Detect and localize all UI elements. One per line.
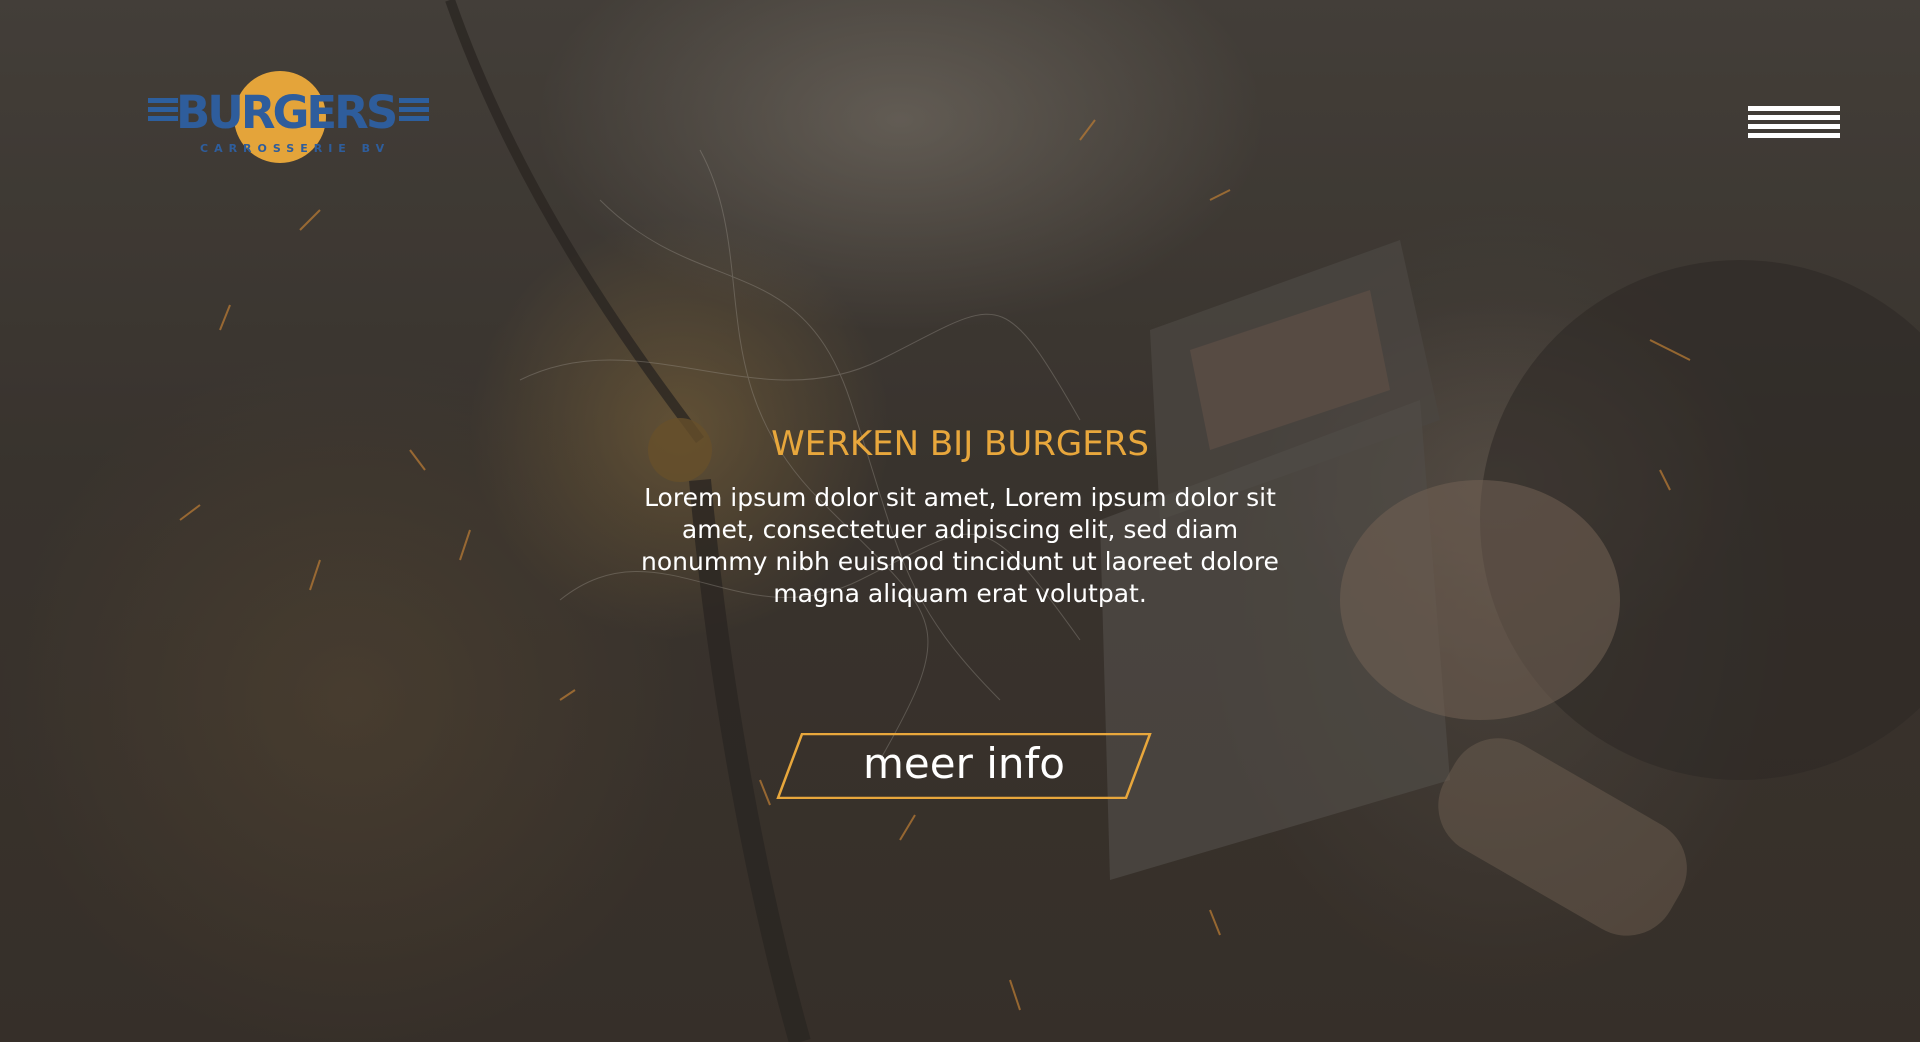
burgers-logo[interactable]: BURGERS CARROSSERIE BV bbox=[144, 68, 429, 170]
meer-info-button[interactable]: meer info bbox=[776, 733, 1152, 799]
menu-line bbox=[1748, 115, 1840, 120]
hero-title: WERKEN BIJ BURGERS bbox=[771, 424, 1149, 464]
logo-wordmark: BURGERS bbox=[176, 86, 398, 139]
logo-wing-left-icon bbox=[148, 98, 178, 128]
menu-line bbox=[1748, 124, 1840, 129]
menu-line bbox=[1748, 133, 1840, 138]
page: BURGERS CARROSSERIE BV WERKEN BIJ BURGER… bbox=[0, 0, 1920, 1042]
hamburger-menu-icon[interactable] bbox=[1748, 106, 1840, 140]
logo-subtitle: CARROSSERIE BV bbox=[200, 142, 391, 155]
logo-wing-right-icon bbox=[399, 98, 429, 128]
cta-label: meer info bbox=[863, 739, 1065, 788]
menu-line bbox=[1748, 106, 1840, 111]
hero-text: Lorem ipsum dolor sit amet, Lorem ipsum … bbox=[641, 483, 1279, 608]
hero-section: WERKEN BIJ BURGERS Lorem ipsum dolor sit… bbox=[600, 420, 1320, 610]
